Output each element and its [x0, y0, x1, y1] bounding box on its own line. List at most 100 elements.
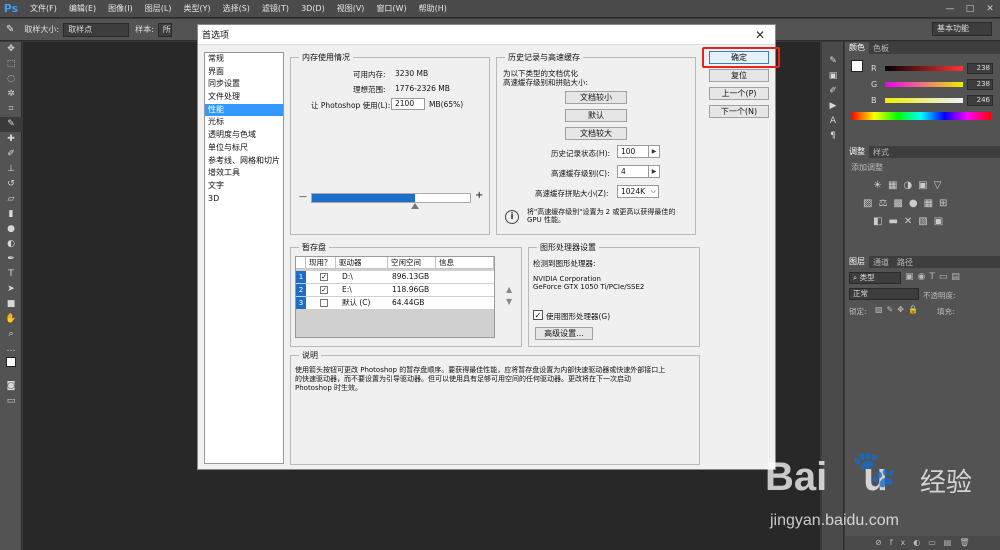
shape-tool-icon[interactable]: ■ — [0, 297, 22, 312]
zoom-tool-icon[interactable]: ⌕ — [0, 327, 22, 342]
menu-view[interactable]: 视图(V) — [331, 3, 371, 14]
color-spectrum[interactable] — [851, 112, 991, 120]
eraser-tool-icon[interactable]: ▱ — [0, 192, 22, 207]
path-select-icon[interactable]: ➤ — [0, 282, 22, 297]
move-down-arrow[interactable]: ▼ — [506, 297, 512, 306]
adjustment-icons-row2[interactable]: ▨⚖▩●▦⊞ — [863, 198, 953, 209]
r-gradient[interactable] — [885, 65, 963, 71]
use-gpu-checkbox[interactable]: ✓ — [533, 310, 543, 320]
tab-adjustments[interactable]: 调整 — [845, 146, 869, 158]
table-row[interactable]: 2 ✓ E:\ 118.96GB — [296, 284, 494, 296]
slider-g[interactable]: G 238 — [867, 76, 997, 92]
category-performance[interactable]: 性能 — [205, 103, 283, 117]
history-states-arrow[interactable]: ▶ — [649, 145, 660, 158]
slider-r[interactable]: R 238 — [867, 60, 997, 76]
color-swatches-icon[interactable] — [0, 357, 22, 379]
stamp-tool-icon[interactable]: ⊥ — [0, 162, 22, 177]
tab-styles[interactable]: 样式 — [869, 147, 893, 158]
active-checkbox[interactable]: ✓ — [320, 273, 328, 281]
reset-button[interactable]: 复位 — [709, 69, 769, 82]
pen-tool-icon[interactable]: ✒ — [0, 252, 22, 267]
category-cursors[interactable]: 光标 — [205, 116, 283, 129]
category-file-handling[interactable]: 文件处理 — [205, 91, 283, 104]
tab-layers[interactable]: 图层 — [845, 256, 869, 268]
cache-levels-input[interactable]: 4 — [617, 165, 649, 178]
menu-select[interactable]: 选择(S) — [217, 3, 256, 14]
use-gpu-label[interactable]: 使用图形处理器(G) — [546, 311, 610, 322]
category-units[interactable]: 单位与标尺 — [205, 142, 283, 155]
category-transparency[interactable]: 透明度与色域 — [205, 129, 283, 142]
character-panel-icon[interactable]: A — [822, 114, 844, 129]
tab-swatches[interactable]: 色板 — [869, 43, 893, 54]
gradient-tool-icon[interactable]: ▮ — [0, 207, 22, 222]
menu-filter[interactable]: 滤镜(T) — [256, 3, 295, 14]
big-flat-button[interactable]: 文档较大 — [565, 127, 627, 140]
next-button[interactable]: 下一个(N) — [709, 105, 769, 118]
tab-channels[interactable]: 通道 — [869, 257, 893, 268]
category-3d[interactable]: 3D — [205, 193, 283, 206]
prev-button[interactable]: 上一个(P) — [709, 87, 769, 100]
workspace-select[interactable]: 基本功能 — [932, 22, 992, 36]
layer-filter-icons[interactable]: ▣◉T▭▤ — [905, 272, 964, 282]
menu-layer[interactable]: 图层(L) — [139, 3, 178, 14]
memory-slider[interactable] — [311, 193, 471, 209]
healing-brush-icon[interactable]: ✚ — [0, 132, 22, 147]
blend-mode-select[interactable]: 正常 — [849, 288, 919, 300]
close-app-button[interactable]: ✕ — [980, 4, 1000, 14]
menu-3d[interactable]: 3D(D) — [295, 4, 331, 13]
g-gradient[interactable] — [885, 81, 963, 87]
dodge-tool-icon[interactable]: ◐ — [0, 237, 22, 252]
table-row[interactable]: 3 默认 (C) 64.44GB — [296, 297, 494, 309]
menu-edit[interactable]: 编辑(E) — [63, 3, 102, 14]
cache-tile-size-select[interactable]: 1024K ⌵ — [617, 185, 659, 198]
paragraph-panel-icon[interactable]: ¶ — [822, 129, 844, 144]
screen-mode-icon[interactable]: ▭ — [0, 394, 22, 409]
quick-mask-icon[interactable]: ◙ — [0, 379, 22, 394]
adjustment-icons-row3[interactable]: ◧▬✕▧▣ — [873, 216, 949, 227]
active-checkbox[interactable] — [320, 299, 328, 307]
active-checkbox[interactable]: ✓ — [320, 286, 328, 294]
tab-color[interactable]: 颜色 — [845, 42, 869, 54]
history-states-input[interactable]: 100 — [617, 145, 649, 158]
lock-icons[interactable]: ▨✎✥🔒 — [875, 305, 922, 314]
advanced-settings-button[interactable]: 高级设置... — [535, 327, 593, 340]
maximize-button[interactable]: □ — [960, 4, 980, 14]
b-gradient[interactable] — [885, 97, 963, 103]
brush-tool-icon[interactable]: ✐ — [0, 147, 22, 162]
crop-tool-icon[interactable]: ⌗ — [0, 102, 22, 117]
eyedropper-tool-icon[interactable]: ✎ — [0, 117, 22, 132]
foreground-color-swatch[interactable] — [851, 60, 863, 72]
adjustment-icons-row1[interactable]: ☀▦◑▣▽ — [873, 180, 947, 191]
move-tool-icon[interactable]: ✥ — [0, 42, 22, 57]
properties-panel-icon[interactable]: ▣ — [822, 69, 844, 84]
magic-wand-icon[interactable]: ✲ — [0, 87, 22, 102]
category-sync[interactable]: 同步设置 — [205, 78, 283, 91]
move-up-arrow[interactable]: ▲ — [506, 285, 512, 294]
category-guides[interactable]: 参考线、网格和切片 — [205, 155, 283, 168]
menu-image[interactable]: 图像(I) — [102, 3, 139, 14]
history-brush-icon[interactable]: ↺ — [0, 177, 22, 192]
lasso-tool-icon[interactable]: ◌ — [0, 72, 22, 87]
brushes-panel-icon[interactable]: ✐ — [822, 84, 844, 99]
menu-window[interactable]: 窗口(W) — [370, 3, 412, 14]
history-panel-icon[interactable]: ✎ — [822, 54, 844, 69]
marquee-tool-icon[interactable]: ⬚ — [0, 57, 22, 72]
ok-button[interactable]: 确定 — [709, 51, 769, 64]
hand-tool-icon[interactable]: ✋ — [0, 312, 22, 327]
memory-usage-input[interactable]: 2100 — [391, 98, 425, 110]
menu-type[interactable]: 类型(Y) — [177, 3, 216, 14]
close-icon[interactable]: ✕ — [753, 28, 767, 42]
tab-paths[interactable]: 路径 — [893, 257, 917, 268]
default-button[interactable]: 默认 — [565, 109, 627, 122]
type-tool-icon[interactable]: T — [0, 267, 22, 282]
table-row[interactable]: 1 ✓ D:\ 896.13GB — [296, 271, 494, 283]
more-tools-icon[interactable]: … — [0, 342, 22, 357]
menu-help[interactable]: 帮助(H) — [413, 3, 453, 14]
minimize-button[interactable]: — — [940, 4, 960, 14]
slider-b[interactable]: B 246 — [867, 92, 997, 108]
layer-kind-select[interactable]: ⌕ 类型 — [849, 272, 901, 284]
category-general[interactable]: 常规 — [205, 53, 283, 66]
blur-tool-icon[interactable]: ● — [0, 222, 22, 237]
category-interface[interactable]: 界面 — [205, 66, 283, 79]
category-plugins[interactable]: 增效工具 — [205, 167, 283, 180]
